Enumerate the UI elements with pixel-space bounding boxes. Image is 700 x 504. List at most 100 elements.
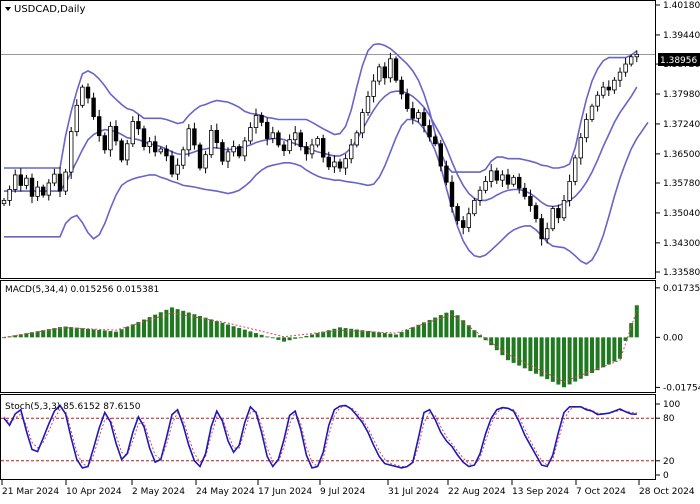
macd-y-tick-label: -0.017542 (663, 383, 700, 393)
price-y-tick-label: 1.40180 (663, 1, 700, 11)
candle-body (511, 176, 516, 185)
stoch-title: Stoch(5,3,3) 85.6152 87.6150 (5, 402, 141, 412)
macd-histogram-bar (405, 329, 410, 338)
candle-body (119, 140, 124, 161)
candle-body (488, 170, 494, 182)
x-axis-tick-label: 2 May 2024 (132, 487, 185, 497)
candle-body (460, 220, 466, 228)
macd-histogram-bar (461, 320, 466, 338)
macd-histogram-bar (164, 309, 169, 338)
candle-body (595, 94, 600, 107)
macd-histogram-bar (472, 330, 477, 338)
x-axis-tick-label: 17 Jun 2024 (258, 487, 312, 497)
candle-body (477, 189, 483, 201)
candle-body (309, 144, 315, 155)
candle-body (629, 56, 634, 65)
x-axis-tick-label: 7 Oct 2024 (576, 487, 626, 497)
candle-body (522, 187, 527, 197)
candle-body (432, 136, 438, 145)
macd-histogram-bar (136, 321, 141, 338)
macd-histogram-bar (466, 325, 471, 338)
macd-histogram-bar (562, 337, 566, 388)
macd-histogram-bar (282, 337, 286, 342)
macd-histogram-bar (556, 337, 561, 385)
macd-histogram-bar (310, 334, 314, 338)
candle-body (578, 137, 583, 159)
candle-body (35, 186, 40, 197)
stoch-y-tick-label: 20 (663, 457, 675, 467)
macd-histogram-bar (506, 337, 510, 361)
candle-body (292, 132, 298, 141)
candle-body (46, 182, 51, 196)
candle-body (298, 132, 303, 147)
candle-body (270, 132, 275, 139)
macd-histogram-bar (265, 336, 270, 338)
candle-body (152, 141, 158, 153)
candle-body (175, 164, 180, 175)
candle-body (466, 213, 471, 228)
candle-body (472, 199, 477, 215)
candle-body (97, 116, 102, 137)
candle-body (186, 128, 191, 151)
candle-body (91, 97, 96, 118)
macd-histogram-bar (550, 337, 555, 382)
candle-body (326, 156, 331, 168)
candle-body (606, 86, 611, 91)
candle-body (539, 218, 544, 240)
macd-histogram-bar (69, 327, 74, 338)
x-axis-tick-label: 9 Jul 2024 (320, 487, 365, 497)
macd-histogram-bar (80, 328, 85, 338)
candle-body (287, 139, 292, 152)
candle-body (320, 138, 326, 158)
macd-histogram-bar (338, 327, 342, 338)
macd-histogram-bar (304, 335, 309, 338)
macd-histogram-bar (209, 319, 214, 338)
candle-body (623, 63, 628, 73)
candle-body (74, 104, 79, 133)
current-price-label: 1.38956 (660, 56, 697, 66)
candle-body (164, 148, 169, 157)
candle-body (393, 58, 399, 81)
stoch-y-tick-label: 0 (663, 471, 669, 481)
x-axis-tick-label: 22 Aug 2024 (448, 487, 506, 497)
macd-histogram-bar (119, 329, 124, 338)
candle-body (388, 58, 393, 79)
macd-histogram-bar (214, 321, 219, 338)
macd-histogram-bar (422, 322, 426, 338)
candle-body (573, 157, 578, 182)
candle-body (505, 174, 511, 185)
macd-histogram-bar (276, 337, 281, 340)
candle-body (57, 173, 63, 192)
macd-histogram-bar (226, 324, 230, 338)
price-y-tick-label: 1.35780 (663, 179, 700, 189)
macd-histogram-bar (293, 337, 298, 339)
macd-histogram-bar (410, 327, 415, 338)
macd-histogram-bar (377, 332, 382, 338)
macd-histogram-bar (270, 337, 275, 339)
stoch-y-tick-label: 100 (663, 400, 680, 410)
candle-body (29, 177, 35, 197)
candle-body (52, 173, 57, 184)
candle-body (337, 161, 343, 169)
candle-body (561, 199, 567, 219)
macd-histogram-bar (371, 331, 376, 338)
macd-histogram-bar (114, 331, 118, 338)
price-y-tick-label: 1.35040 (663, 209, 700, 219)
candle-body (438, 143, 443, 167)
macd-histogram-bar (192, 314, 197, 338)
candle-body (421, 112, 427, 126)
candle-body (80, 86, 85, 106)
candle-body (354, 132, 359, 146)
candle-body (404, 93, 410, 109)
macd-histogram-bar (584, 337, 589, 376)
candle-body (108, 125, 113, 151)
macd-histogram-bar (634, 305, 639, 338)
candle-body (376, 66, 382, 82)
candle-body (545, 228, 550, 240)
candle-body (634, 53, 639, 58)
macd-histogram-bar (522, 337, 527, 369)
candle-body (158, 148, 163, 153)
x-axis-tick-label: 13 Sep 2024 (512, 487, 569, 497)
macd-histogram-bar (578, 337, 583, 379)
candle-body (136, 121, 141, 130)
